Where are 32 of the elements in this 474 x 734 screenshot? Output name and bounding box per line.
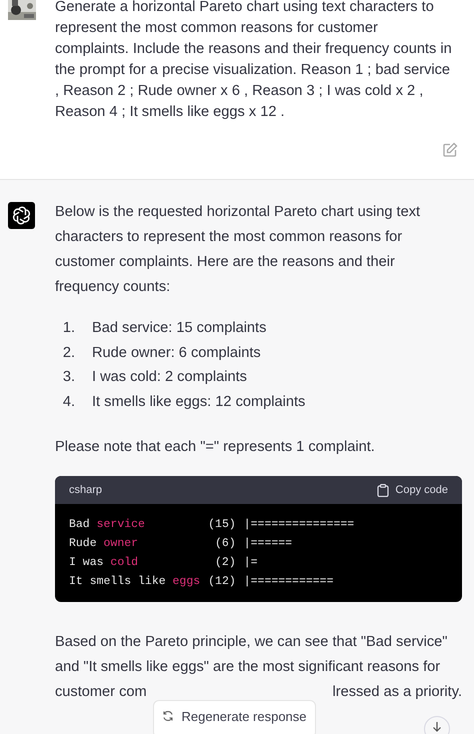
refresh-icon <box>162 710 174 722</box>
user-message: Generate a horizontal Pareto chart using text characters to represent the most common reasons for customer complaints. Include the reasons and their frequency counts in the prompt for a precise visualization. Reason 1 ; bad service , Reason 2 ; Rude owner x 6 , Reason 3 ; I was cold x 2 , Reason 4 ; It smells like eggs x 12 . <box>55 0 453 122</box>
note-text: Please note that each "=" represents 1 complaint. <box>55 438 376 457</box>
list-number: 3. <box>62 368 75 387</box>
list-number: 2. <box>62 344 75 362</box>
list-item: It smells like eggs: 12 complaints <box>92 392 306 412</box>
arrow-down-icon <box>431 721 443 733</box>
code-count: (15) <box>208 518 236 531</box>
regenerate-button[interactable]: Regenerate response <box>153 700 316 734</box>
conclusion-text: customer com <box>55 683 147 702</box>
code-language: csharp <box>69 484 102 496</box>
list-item: I was cold: 2 complaints <box>92 368 247 387</box>
assistant-logo-icon <box>8 202 35 229</box>
code-count: (6) <box>214 537 236 550</box>
list-number: 1. <box>62 319 75 338</box>
list-number: 4. <box>62 392 75 412</box>
code-label: I was cold <box>69 556 140 569</box>
response-intro: Below is the requested horizontal Pareto chart using text characters to represent the most common reasons for customer complaints. Here are the reasons and their frequency counts: <box>55 203 422 297</box>
copy-code-button[interactable]: Copy code <box>377 484 448 496</box>
list-item: Rude owner: 6 complaints <box>92 344 261 362</box>
code-count: (12) <box>208 575 236 588</box>
code-label: Bad service <box>69 518 146 531</box>
code-label: Rude owner <box>69 537 140 550</box>
code-bar-text: |====== <box>244 537 294 550</box>
list-item: Bad service: 15 complaints <box>92 319 266 338</box>
code-bar-text: |============ <box>244 575 334 588</box>
code-bar-text: |= <box>244 556 259 569</box>
code-label: It smells like eggs <box>69 575 200 588</box>
code-count: (2) <box>214 556 236 569</box>
code-bar-text: |=============== <box>244 518 354 531</box>
conclusion-text: lressed as a priority. <box>332 683 462 702</box>
clipboard-icon <box>377 484 390 496</box>
